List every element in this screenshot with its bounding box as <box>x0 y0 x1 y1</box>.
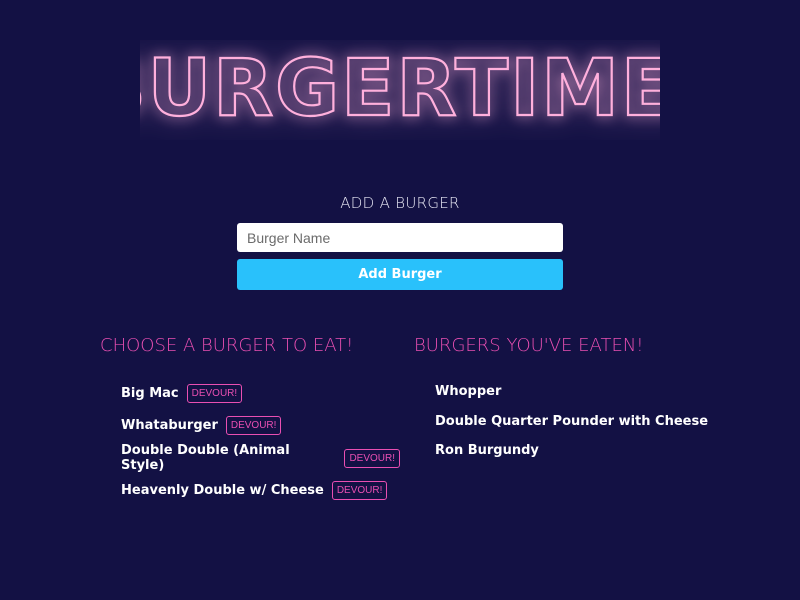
burger-name-input[interactable] <box>237 223 563 252</box>
uneaten-column: CHOOSE A BURGER TO EAT! Big Mac DEVOUR! … <box>100 333 400 507</box>
neon-title-svg: BURGERTIME! <box>140 43 660 135</box>
uneaten-heading: CHOOSE A BURGER TO EAT! <box>100 335 354 356</box>
burger-name: Heavenly Double w/ Cheese <box>121 483 324 499</box>
uneaten-list: Big Mac DEVOUR! Whataburger DEVOUR! Doub… <box>100 377 400 507</box>
eaten-list: Whopper Double Quarter Pounder with Chee… <box>414 377 744 466</box>
list-item: Whataburger DEVOUR! <box>121 410 400 443</box>
neon-title: BURGERTIME! <box>0 40 800 140</box>
add-burger-button[interactable]: Add Burger <box>237 259 563 290</box>
list-item: Double Quarter Pounder with Cheese <box>435 407 744 437</box>
devour-button[interactable]: DEVOUR! <box>225 416 282 436</box>
eaten-column: BURGERS YOU'VE EATEN! Whopper Double Qua… <box>414 333 744 466</box>
burger-name: Double Double (Animal Style) <box>121 443 290 474</box>
burger-name: Big Mac <box>121 385 179 401</box>
list-item: Ron Burgundy <box>435 436 744 466</box>
devour-button[interactable]: DEVOUR! <box>344 448 400 468</box>
add-burger-heading: ADD A BURGER <box>340 194 460 212</box>
app-title: BURGERTIME! <box>140 44 660 134</box>
eaten-heading: BURGERS YOU'VE EATEN! <box>414 335 644 356</box>
burger-name: Whopper <box>435 384 502 400</box>
list-item: Big Mac DEVOUR! <box>121 377 400 410</box>
burger-name: Whataburger <box>121 418 218 434</box>
list-item: Whopper <box>435 377 744 407</box>
burger-app: BURGERTIME! ADD A BURGER Add Burger CHOO… <box>0 0 800 600</box>
add-burger-form: ADD A BURGER Add Burger <box>237 193 563 290</box>
burger-name: Double Quarter Pounder with Cheese <box>435 413 709 429</box>
list-item: Heavenly Double w/ Cheese DEVOUR! <box>121 475 400 508</box>
burger-name: Ron Burgundy <box>435 443 539 459</box>
devour-button[interactable]: DEVOUR! <box>331 481 388 501</box>
devour-button[interactable]: DEVOUR! <box>186 383 243 403</box>
list-item: Double Double (Animal Style) DEVOUR! <box>121 442 400 475</box>
